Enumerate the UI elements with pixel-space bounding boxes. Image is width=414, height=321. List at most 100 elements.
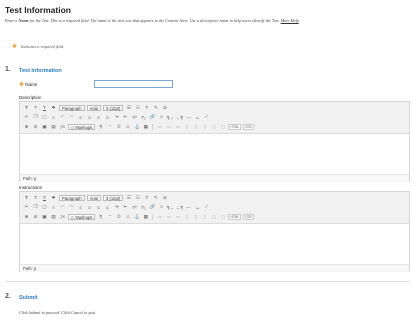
description-text-area[interactable] bbox=[20, 133, 409, 174]
copyright-icon[interactable]: © bbox=[115, 214, 122, 219]
highlight-icon[interactable]: ✎ bbox=[152, 195, 159, 201]
justify-icon[interactable]: ≡ bbox=[104, 115, 111, 120]
find-icon[interactable]: ⌕ bbox=[50, 115, 57, 120]
ltr-icon[interactable]: ¶→ bbox=[167, 205, 174, 210]
table-delete-row-icon[interactable]: ▭ bbox=[174, 124, 181, 130]
underline-icon[interactable]: T bbox=[41, 105, 48, 110]
quote-icon[interactable]: “ bbox=[106, 124, 113, 129]
table-merge-icon[interactable]: ▢ bbox=[219, 124, 226, 130]
spellcheck-icon[interactable]: ✓ bbox=[203, 204, 210, 210]
image-icon[interactable]: ▣ bbox=[41, 124, 48, 130]
media-icon[interactable]: ▤ bbox=[50, 214, 57, 220]
anchor-icon[interactable]: ⚓ bbox=[133, 124, 140, 130]
emoticon-icon[interactable]: ☺ bbox=[124, 214, 131, 219]
size-select[interactable]: 3 (12pt) bbox=[102, 194, 124, 201]
undo-icon[interactable]: ↶ bbox=[59, 114, 66, 120]
redo-icon[interactable]: ↷ bbox=[68, 114, 75, 120]
description-editor[interactable]: T T T T Paragraph Arial 3 (12pt) ☰ ☷ T ✎… bbox=[19, 101, 410, 182]
text-color-icon[interactable]: T bbox=[143, 105, 150, 110]
name-input[interactable] bbox=[94, 80, 173, 88]
hr-icon[interactable]: — bbox=[185, 115, 192, 120]
css-button[interactable]: CSS bbox=[243, 213, 254, 220]
rtl-icon[interactable]: ←¶ bbox=[176, 205, 183, 210]
align-right-icon[interactable]: ≡ bbox=[95, 115, 102, 120]
italic-icon[interactable]: T bbox=[32, 195, 39, 200]
media-icon[interactable]: ▤ bbox=[50, 124, 57, 130]
cut-icon[interactable]: ✂ bbox=[23, 204, 30, 210]
paragraph-mark-icon[interactable]: ¶ bbox=[97, 214, 104, 219]
table-merge-icon[interactable]: ▢ bbox=[219, 214, 226, 220]
bold-icon[interactable]: T bbox=[23, 195, 30, 200]
css-button[interactable]: CSS bbox=[243, 123, 254, 130]
table-col-after-icon[interactable]: ▯ bbox=[192, 214, 199, 220]
table-delete-row-icon[interactable]: ▭ bbox=[174, 214, 181, 220]
paragraph-select[interactable]: Paragraph bbox=[59, 194, 85, 201]
superscript-icon[interactable]: T² bbox=[131, 205, 138, 210]
numbered-list-icon[interactable]: ☷ bbox=[134, 195, 141, 201]
table-split-icon[interactable]: ▢ bbox=[210, 214, 217, 220]
align-center-icon[interactable]: ≡ bbox=[86, 205, 93, 210]
superscript-icon[interactable]: T² bbox=[131, 115, 138, 120]
undo-icon[interactable]: ↶ bbox=[59, 204, 66, 210]
image-icon[interactable]: ▣ bbox=[41, 214, 48, 220]
link-icon[interactable]: 🔗 bbox=[149, 204, 156, 210]
math-icon[interactable]: ƒx bbox=[59, 124, 66, 129]
table-icon[interactable]: ▦ bbox=[142, 214, 149, 220]
strikethrough-icon[interactable]: T bbox=[50, 195, 57, 200]
nbsp-icon[interactable]: ␣ bbox=[194, 204, 201, 210]
rtl-icon[interactable]: ←¶ bbox=[176, 115, 183, 120]
outdent-icon[interactable]: ⇤ bbox=[122, 114, 129, 120]
quote-icon[interactable]: “ bbox=[106, 214, 113, 219]
attach-link-icon[interactable]: ⊘ bbox=[32, 124, 39, 130]
attach-link-icon[interactable]: ⊘ bbox=[32, 214, 39, 220]
find-icon[interactable]: ⌕ bbox=[50, 205, 57, 210]
bullet-list-icon[interactable]: ☰ bbox=[125, 105, 132, 111]
underline-icon[interactable]: T bbox=[41, 195, 48, 200]
instructions-editor[interactable]: T T T T Paragraph Arial 3 (12pt) ☰ ☷ T ✎… bbox=[19, 191, 410, 272]
table-row-before-icon[interactable]: ▭ bbox=[156, 214, 163, 220]
add-content-icon[interactable]: ⊕ bbox=[23, 214, 30, 220]
paste-icon[interactable]: ▢ bbox=[41, 114, 48, 120]
outdent-icon[interactable]: ⇤ bbox=[122, 204, 129, 210]
instructions-text-area[interactable] bbox=[20, 223, 409, 264]
italic-icon[interactable]: T bbox=[32, 105, 39, 110]
bullet-list-icon[interactable]: ☰ bbox=[125, 195, 132, 201]
align-right-icon[interactable]: ≡ bbox=[95, 205, 102, 210]
html-source-button[interactable]: HTML bbox=[228, 213, 242, 220]
unlink-icon[interactable]: ⊗ bbox=[158, 114, 165, 120]
link-icon[interactable]: 🔗 bbox=[149, 114, 156, 120]
copy-icon[interactable]: ❐ bbox=[32, 204, 39, 210]
ltr-icon[interactable]: ¶→ bbox=[167, 115, 174, 120]
subscript-icon[interactable]: T₂ bbox=[140, 205, 147, 210]
subscript-icon[interactable]: T₂ bbox=[140, 115, 147, 120]
strikethrough-icon[interactable]: T bbox=[50, 105, 57, 110]
align-left-icon[interactable]: ≡ bbox=[77, 205, 84, 210]
emoticon-icon[interactable]: ☺ bbox=[124, 124, 131, 129]
math-icon[interactable]: ƒx bbox=[59, 214, 66, 219]
mashups-select[interactable]: ◇ Mashups bbox=[68, 123, 96, 130]
bold-icon[interactable]: T bbox=[23, 105, 30, 110]
paragraph-mark-icon[interactable]: ¶ bbox=[97, 124, 104, 129]
clear-format-icon[interactable]: ⊘ bbox=[161, 105, 168, 111]
copyright-icon[interactable]: © bbox=[115, 124, 122, 129]
table-row-after-icon[interactable]: ▭ bbox=[165, 124, 172, 130]
justify-icon[interactable]: ≡ bbox=[104, 205, 111, 210]
table-delete-col-icon[interactable]: ▯ bbox=[201, 214, 208, 220]
paragraph-select[interactable]: Paragraph bbox=[59, 104, 85, 111]
align-center-icon[interactable]: ≡ bbox=[86, 115, 93, 120]
cut-icon[interactable]: ✂ bbox=[23, 114, 30, 120]
html-source-button[interactable]: HTML bbox=[228, 123, 242, 130]
spellcheck-icon[interactable]: ✓ bbox=[203, 114, 210, 120]
more-help-link[interactable]: More Help bbox=[281, 18, 299, 23]
table-col-before-icon[interactable]: ▯ bbox=[183, 214, 190, 220]
highlight-icon[interactable]: ✎ bbox=[152, 105, 159, 111]
indent-icon[interactable]: ⇥ bbox=[113, 114, 120, 120]
copy-icon[interactable]: ❐ bbox=[32, 114, 39, 120]
table-col-after-icon[interactable]: ▯ bbox=[192, 124, 199, 130]
font-select[interactable]: Arial bbox=[86, 194, 101, 201]
text-color-icon[interactable]: T bbox=[143, 195, 150, 200]
font-select[interactable]: Arial bbox=[86, 104, 101, 111]
anchor-icon[interactable]: ⚓ bbox=[133, 214, 140, 220]
indent-icon[interactable]: ⇥ bbox=[113, 204, 120, 210]
unlink-icon[interactable]: ⊗ bbox=[158, 204, 165, 210]
